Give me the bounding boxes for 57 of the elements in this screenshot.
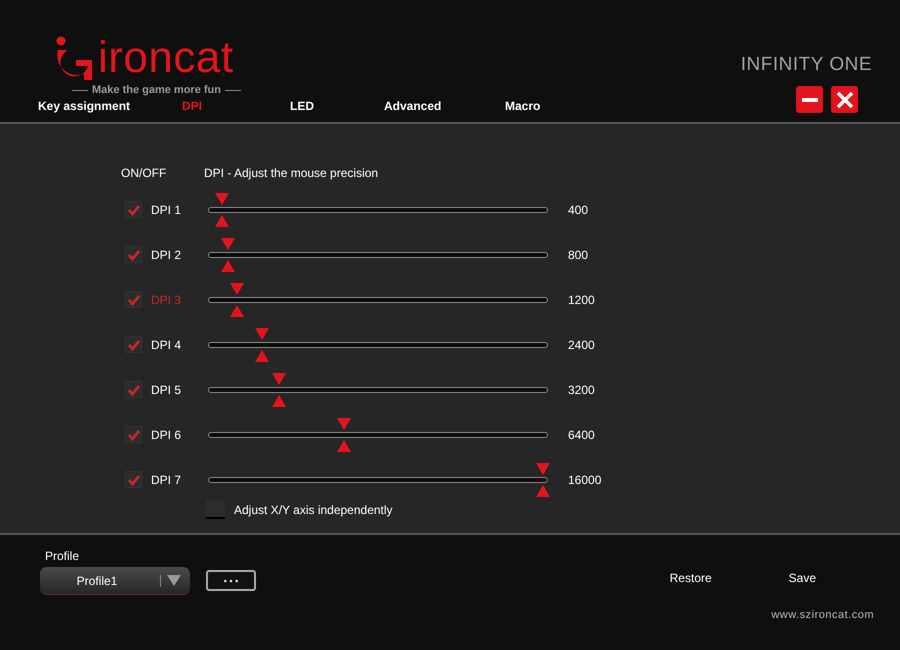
column-header: DPI - Adjust the mouse precision <box>204 166 378 182</box>
minimize-button[interactable] <box>796 86 823 113</box>
more-button[interactable]: • • • <box>206 570 256 591</box>
column-header: ON/OFF <box>121 166 168 182</box>
tab[interactable]: Advanced <box>384 99 505 113</box>
checkbox[interactable] <box>125 201 142 218</box>
website-link[interactable]: www.szironcat.com <box>771 609 874 621</box>
profile-label: Profile <box>45 549 80 563</box>
slider-thumb[interactable] <box>221 238 236 272</box>
checkbox[interactable] <box>125 246 142 263</box>
tab[interactable]: DPI <box>182 99 290 113</box>
brand-name: ironcat <box>98 36 234 80</box>
slider-thumb[interactable] <box>255 328 270 362</box>
checkbox[interactable] <box>206 500 225 519</box>
checkbox[interactable] <box>125 426 142 443</box>
slider[interactable] <box>208 462 548 496</box>
profile-dropdown[interactable]: Profile1 <box>40 567 190 594</box>
dpi-value: 3200 <box>568 382 595 396</box>
checkbox-label: Adjust X/Y axis independently <box>234 502 393 516</box>
dpi-value: 16000 <box>568 472 602 486</box>
product-name: INFINITY ONE <box>740 54 872 76</box>
tagline: Make the game more fun <box>92 84 221 96</box>
minimize-icon <box>802 98 818 102</box>
slider-thumb[interactable] <box>337 418 351 452</box>
slider-thumb[interactable] <box>230 282 244 316</box>
slider[interactable] <box>208 372 548 406</box>
dpi-label[interactable]: DPI 5 <box>151 382 208 396</box>
tab[interactable]: LED <box>290 99 384 113</box>
dpi-value: 400 <box>568 202 588 216</box>
checkbox[interactable] <box>125 381 142 398</box>
action-button[interactable]: Restore <box>670 571 789 585</box>
slider[interactable] <box>208 328 548 362</box>
dpi-value: 800 <box>568 248 588 262</box>
dpi-label[interactable]: DPI 4 <box>151 338 208 352</box>
dropdown-arrow-icon <box>167 575 181 586</box>
dpi-value: 1200 <box>568 292 595 306</box>
dpi-label[interactable]: DPI 2 <box>151 248 208 262</box>
dpi-label[interactable]: DPI 6 <box>151 428 208 442</box>
dpi-label[interactable]: DPI 7 <box>151 472 208 486</box>
dpi-value: 2400 <box>568 338 595 352</box>
action-button[interactable]: Save <box>788 571 816 585</box>
tab[interactable]: Macro <box>505 99 540 113</box>
logo-icon <box>54 36 94 80</box>
close-button[interactable] <box>831 86 858 113</box>
checkbox[interactable] <box>125 471 142 488</box>
tab[interactable]: Key assignment <box>38 99 182 113</box>
dpi-label[interactable]: DPI 1 <box>151 202 208 216</box>
slider[interactable] <box>208 282 548 316</box>
slider-thumb[interactable] <box>272 372 286 406</box>
slider[interactable] <box>208 192 548 226</box>
slider[interactable] <box>208 418 548 452</box>
slider-thumb[interactable] <box>214 192 229 226</box>
slider-thumb[interactable] <box>536 462 550 496</box>
slider[interactable] <box>208 238 548 272</box>
checkbox[interactable] <box>125 291 142 308</box>
checkbox[interactable] <box>125 336 142 353</box>
dpi-value: 6400 <box>568 428 595 442</box>
